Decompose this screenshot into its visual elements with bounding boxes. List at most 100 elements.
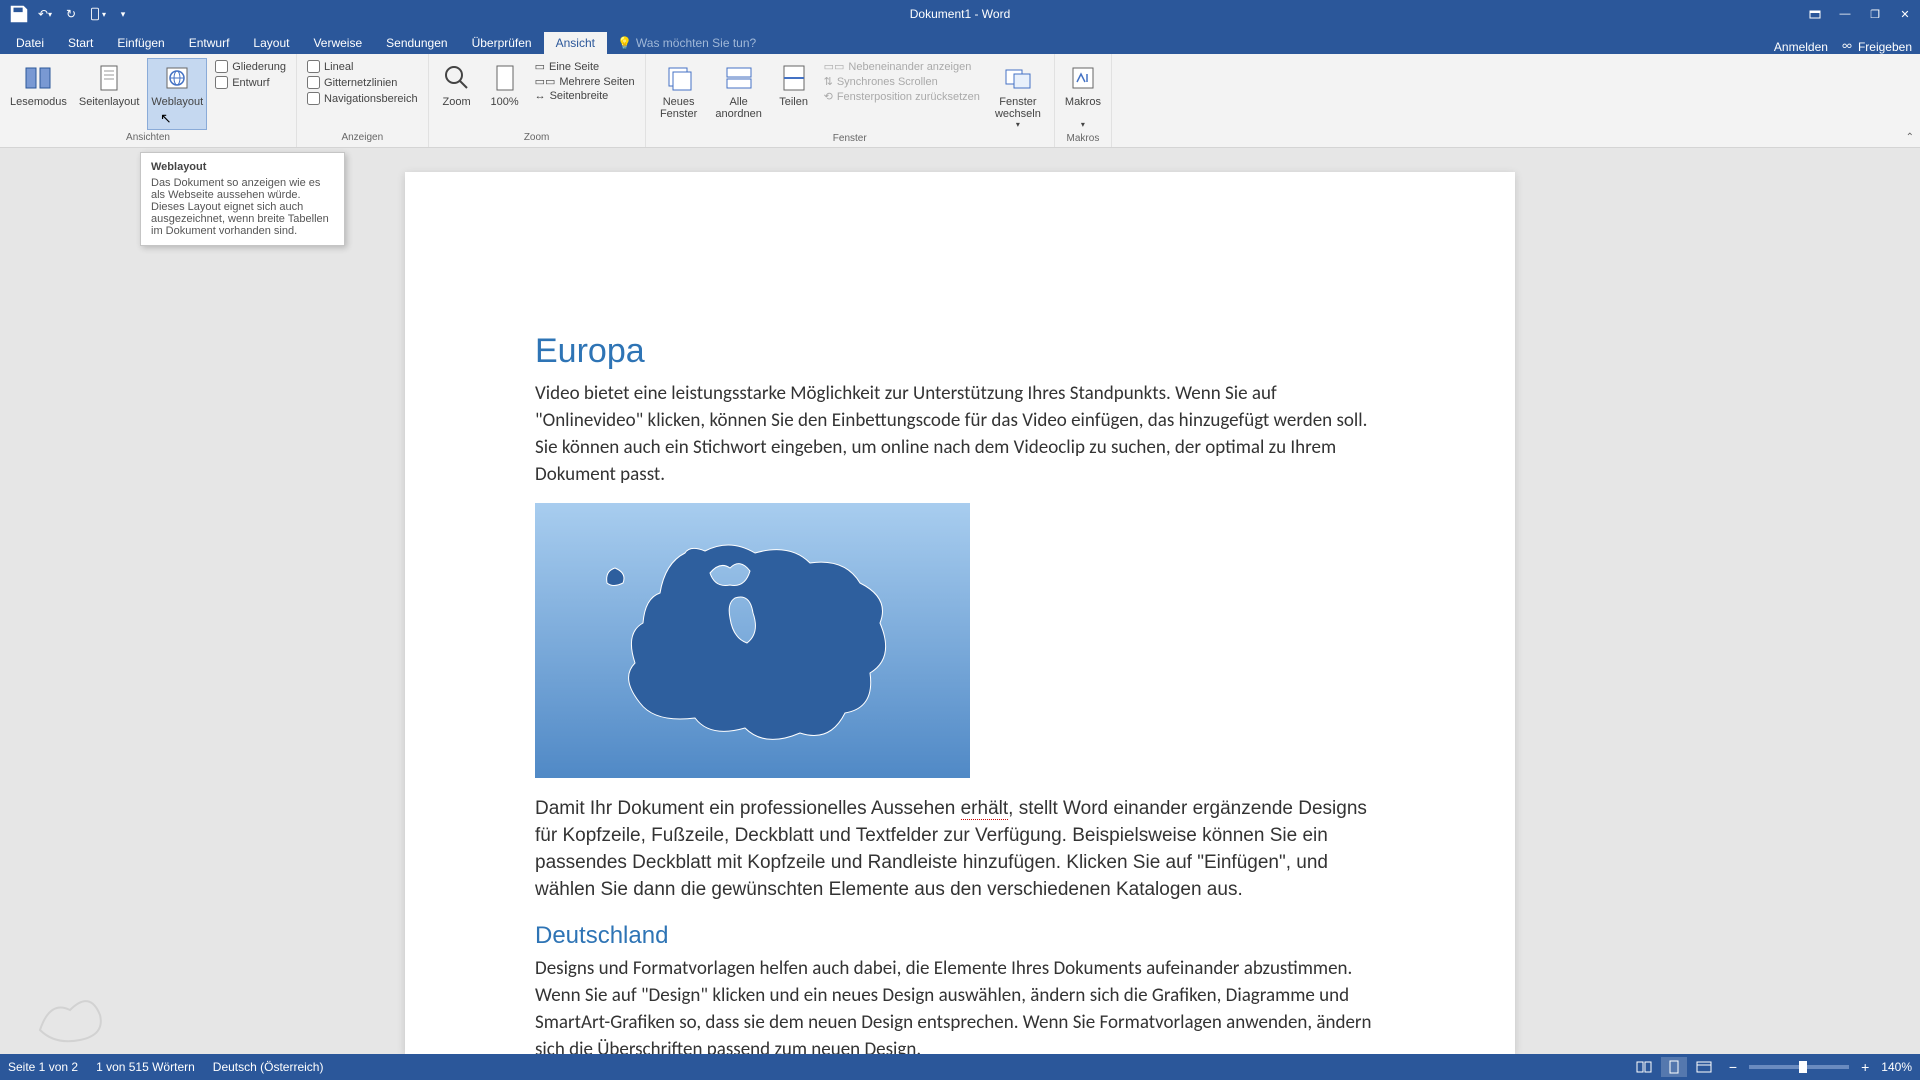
teilen-button[interactable]: Teilen: [772, 58, 816, 131]
zoom-100-label: 100%: [491, 96, 519, 108]
tab-ueberpruefen[interactable]: Überprüfen: [460, 32, 544, 54]
maximize-button[interactable]: ❐: [1860, 0, 1890, 28]
fenster-wechseln-label: Fenster wechseln: [992, 96, 1044, 120]
paragraph-2[interactable]: Damit Ihr Dokument ein professionelles A…: [535, 796, 1385, 904]
tab-datei[interactable]: Datei: [4, 32, 56, 54]
group-makros: Makros▾ Makros: [1055, 54, 1112, 147]
switch-window-icon: [1002, 60, 1034, 96]
document-page[interactable]: Europa Video bietet eine leistungsstarke…: [405, 172, 1515, 1054]
lesemodus-button[interactable]: Lesemodus: [6, 58, 71, 130]
gliederung-checkbox[interactable]: [215, 60, 228, 73]
view-print-button[interactable]: [1661, 1057, 1687, 1077]
synchron-button: ⇅ Synchrones Scrollen: [824, 75, 980, 88]
tooltip-body: Das Dokument so anzeigen wie es als Webs…: [151, 177, 334, 237]
group-ansichten: Lesemodus Seitenlayout Weblayout Glieder…: [0, 54, 297, 147]
group-zoom-label: Zoom: [435, 130, 639, 145]
zoom-slider-thumb[interactable]: [1799, 1061, 1807, 1073]
collapse-ribbon-button[interactable]: ⌃: [1906, 132, 1914, 143]
status-language[interactable]: Deutsch (Österreich): [213, 1060, 324, 1074]
redo-button[interactable]: ↻: [60, 3, 82, 25]
touch-mode-button[interactable]: ▾: [86, 3, 108, 25]
weblayout-label: Weblayout: [151, 96, 203, 108]
gitternetz-checkbox[interactable]: [307, 76, 320, 89]
group-makros-label: Makros: [1061, 131, 1105, 146]
status-words[interactable]: 1 von 515 Wörtern: [96, 1060, 195, 1074]
makros-button[interactable]: Makros▾: [1061, 58, 1105, 131]
zoom-percent[interactable]: 140%: [1881, 1060, 1912, 1074]
zoom-100-button[interactable]: 100%: [483, 58, 527, 130]
lesemodus-label: Lesemodus: [10, 96, 67, 108]
lineal-check[interactable]: Lineal: [307, 60, 418, 73]
undo-button[interactable]: ↶▾: [34, 3, 56, 25]
teilen-label: Teilen: [779, 96, 808, 108]
paragraph-3[interactable]: Designs und Formatvorlagen helfen auch d…: [535, 956, 1385, 1054]
tell-me-search[interactable]: 💡 Was möchten Sie tun?: [607, 32, 766, 54]
status-page[interactable]: Seite 1 von 2: [8, 1060, 78, 1074]
eine-seite-button[interactable]: ▭ Eine Seite: [535, 60, 635, 73]
group-ansichten-label: Ansichten: [6, 130, 290, 145]
paragraph-1[interactable]: Video bietet eine leistungsstarke Möglic…: [535, 381, 1385, 489]
view-read-button[interactable]: [1631, 1057, 1657, 1077]
zoom-out-button[interactable]: −: [1725, 1059, 1741, 1075]
tab-layout[interactable]: Layout: [241, 32, 301, 54]
zoom-in-button[interactable]: +: [1857, 1059, 1873, 1075]
zoom-label: Zoom: [443, 96, 471, 108]
entwurf-checkbox[interactable]: [215, 76, 228, 89]
close-button[interactable]: ✕: [1890, 0, 1920, 28]
lineal-label: Lineal: [324, 61, 353, 73]
seitenbreite-button[interactable]: ↔ Seitenbreite: [535, 90, 635, 102]
makros-icon: [1067, 60, 1099, 96]
fenster-wechseln-button[interactable]: Fenster wechseln▾: [988, 58, 1048, 131]
ribbon-tabs: Datei Start Einfügen Entwurf Layout Verw…: [0, 28, 1920, 54]
weblayout-button[interactable]: Weblayout: [147, 58, 207, 130]
split-icon: [778, 60, 810, 96]
tell-me-placeholder: Was möchten Sie tun?: [636, 36, 756, 50]
new-window-icon: [663, 60, 695, 96]
tab-verweise[interactable]: Verweise: [301, 32, 374, 54]
navigation-check[interactable]: Navigationsbereich: [307, 92, 418, 105]
ribbon-display-button[interactable]: [1800, 0, 1830, 28]
sign-in-button[interactable]: Anmelden: [1774, 40, 1828, 54]
arrange-icon: [723, 60, 755, 96]
heading-europa[interactable]: Europa: [535, 332, 1385, 371]
page-100-icon: [489, 60, 521, 96]
heading-deutschland[interactable]: Deutschland: [535, 922, 1385, 950]
neues-fenster-label: Neues Fenster: [656, 96, 702, 120]
document-area[interactable]: Europa Video bietet eine leistungsstarke…: [0, 148, 1920, 1054]
group-anzeigen-label: Anzeigen: [303, 130, 422, 145]
navigation-checkbox[interactable]: [307, 92, 320, 105]
gliederung-label: Gliederung: [232, 61, 286, 73]
alle-anordnen-button[interactable]: Alle anordnen: [710, 58, 768, 131]
window-title: Dokument1 - Word: [910, 7, 1010, 21]
p2-error-word[interactable]: erhält: [961, 798, 1009, 820]
zoom-slider[interactable]: [1749, 1065, 1849, 1069]
tab-sendungen[interactable]: Sendungen: [374, 32, 459, 54]
minimize-button[interactable]: —: [1830, 0, 1860, 28]
mehrere-seiten-button[interactable]: ▭▭ Mehrere Seiten: [535, 75, 635, 88]
gliederung-check[interactable]: Gliederung: [215, 60, 286, 73]
page-icon: [93, 60, 125, 96]
seitenbreite-label: Seitenbreite: [550, 90, 609, 102]
view-web-button[interactable]: [1691, 1057, 1717, 1077]
eine-seite-label: Eine Seite: [549, 61, 599, 73]
lineal-checkbox[interactable]: [307, 60, 320, 73]
zoom-button[interactable]: Zoom: [435, 58, 479, 130]
save-button[interactable]: [8, 3, 30, 25]
weblayout-tooltip: Weblayout Das Dokument so anzeigen wie e…: [140, 152, 345, 246]
tab-start[interactable]: Start: [56, 32, 105, 54]
tab-entwurf[interactable]: Entwurf: [177, 32, 242, 54]
europe-map-image[interactable]: [535, 503, 970, 778]
qat-customize-button[interactable]: ▾: [112, 3, 134, 25]
gitternetz-check[interactable]: Gitternetzlinien: [307, 76, 418, 89]
tab-einfuegen[interactable]: Einfügen: [105, 32, 176, 54]
neues-fenster-button[interactable]: Neues Fenster: [652, 58, 706, 131]
entwurf-check[interactable]: Entwurf: [215, 76, 286, 89]
position-button: ⟲ Fensterposition zurücksetzen: [824, 90, 980, 103]
entwurf-label: Entwurf: [232, 77, 269, 89]
tab-ansicht[interactable]: Ansicht: [544, 32, 607, 54]
view-mode-buttons: [1631, 1057, 1717, 1077]
mehrere-seiten-label: Mehrere Seiten: [559, 76, 634, 88]
share-button[interactable]: Freigeben: [1840, 40, 1912, 54]
seitenlayout-button[interactable]: Seitenlayout: [75, 58, 144, 130]
makros-label: Makros: [1065, 96, 1101, 108]
